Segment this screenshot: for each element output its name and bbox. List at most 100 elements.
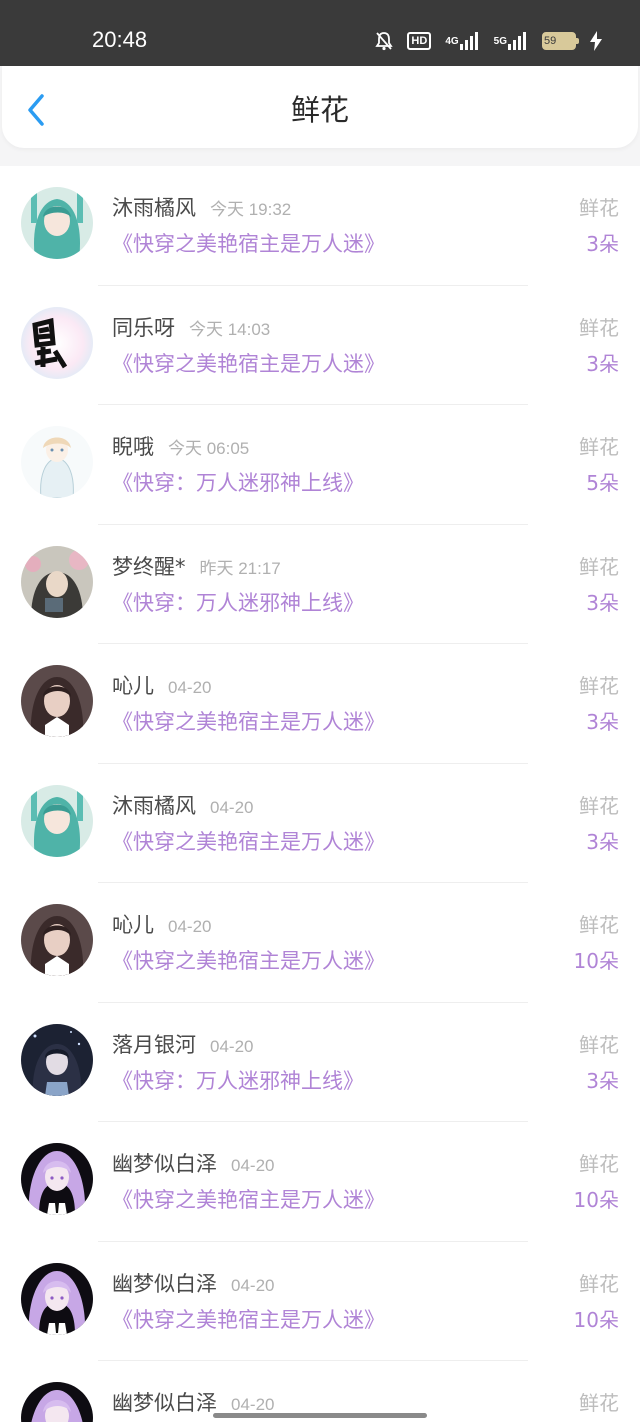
gift-count: 3朵 <box>586 590 619 615</box>
gift-count: 3朵 <box>586 232 619 256</box>
gift-count: 5朵 <box>586 471 619 495</box>
timestamp: 04-20 <box>231 1156 275 1175</box>
user-name: 睨哦 今天 06:05 <box>112 433 249 463</box>
avatar[interactable] <box>21 1262 93 1335</box>
charging-icon <box>590 31 602 51</box>
page-title: 鲜花 <box>290 93 349 127</box>
user-name-text: 沐雨橘风 <box>112 196 196 220</box>
user-name-text: 落月银河 <box>112 1032 196 1057</box>
flower-girl-avatar-icon <box>21 545 93 618</box>
list-item[interactable]: 梦终醒* 昨天 21:17 《快穿：万人迷邪神上线》 鲜花 3朵 <box>0 525 640 644</box>
gift-type-label: 鲜花 <box>579 674 619 698</box>
header-area: 鲜花 <box>0 66 640 166</box>
list-item[interactable]: 沐雨橘风 04-20 《快穿之美艳宿主是万人迷》 鲜花 3朵 <box>0 764 640 883</box>
gift-type-label: 鲜花 <box>579 315 619 340</box>
status-time: 20:48 <box>92 27 148 52</box>
top-nav-bar: 鲜花 <box>2 66 638 148</box>
list-item[interactable]: 沐雨橘风 今天 19:32 《快穿之美艳宿主是万人迷》 鲜花 3朵 <box>0 166 640 286</box>
user-name-text: 幽梦似白泽 <box>112 1271 217 1296</box>
user-name-text: 吣儿 <box>112 674 154 698</box>
timestamp: 04-20 <box>231 1275 275 1295</box>
user-name-text: 吣儿 <box>112 913 154 937</box>
user-name: 幽梦似白泽 04-20 <box>112 1270 274 1300</box>
sketch-girl-avatar-icon <box>21 426 93 498</box>
book-title-link[interactable]: 《快穿：万人迷邪神上线》 <box>112 1067 364 1095</box>
list-item[interactable]: 幽梦似白泽 04-20 《快穿之美艳宿主是万人迷》 鲜花 10朵 <box>0 1122 640 1242</box>
bell-muted-icon <box>375 31 394 51</box>
timestamp: 04-20 <box>210 1036 254 1056</box>
gift-count: 10朵 <box>573 1188 619 1212</box>
purple-hair-avatar-icon <box>21 1382 93 1422</box>
book-title-link[interactable]: 《快穿之美艳宿主是万人迷》 <box>112 828 385 856</box>
list-item[interactable]: 吣儿 04-20 《快穿之美艳宿主是万人迷》 鲜花 10朵 <box>0 883 640 1003</box>
teal-hair-avatar-icon <box>21 784 93 857</box>
user-name-text: 幽梦似白泽 <box>112 1152 217 1176</box>
list-item[interactable]: 同乐呀 今天 14:03 《快穿之美艳宿主是万人迷》 鲜花 3朵 <box>0 286 640 405</box>
hd-badge: HD <box>407 32 432 50</box>
avatar[interactable] <box>21 187 93 259</box>
gift-type-label: 鲜花 <box>579 1032 619 1057</box>
night-sky-avatar-icon <box>21 1023 93 1096</box>
timestamp: 今天 14:03 <box>189 319 271 339</box>
avatar[interactable] <box>21 426 93 498</box>
battery-icon: 59 <box>542 32 579 50</box>
gift-record-list: 沐雨橘风 今天 19:32 《快穿之美艳宿主是万人迷》 鲜花 3朵 同乐呀 今天 1… <box>0 166 640 1422</box>
user-name-text: 睨哦 <box>112 435 154 459</box>
gift-count: 10朵 <box>573 949 619 973</box>
avatar[interactable] <box>21 784 93 857</box>
gift-count: 3朵 <box>586 829 619 854</box>
avatar[interactable] <box>21 665 93 737</box>
gift-type-label: 鲜花 <box>579 435 619 459</box>
user-name-text: 同乐呀 <box>112 315 175 340</box>
book-title-link[interactable]: 《快穿之美艳宿主是万人迷》 <box>112 350 385 378</box>
signal-4g-icon: 4G <box>445 32 479 50</box>
user-name-text: 幽梦似白泽 <box>112 1391 217 1415</box>
book-title-link[interactable]: 《快穿之美艳宿主是万人迷》 <box>112 1306 385 1334</box>
timestamp: 今天 19:32 <box>210 200 292 219</box>
avatar[interactable] <box>21 904 93 976</box>
dark-hair-girl-avatar-icon <box>21 904 93 976</box>
user-name: 幽梦似白泽 04-20 <box>112 1150 274 1180</box>
gift-type-label: 鲜花 <box>579 1391 619 1415</box>
list-item[interactable]: 落月银河 04-20 《快穿：万人迷邪神上线》 鲜花 3朵 <box>0 1003 640 1122</box>
list-item[interactable]: 幽梦似白泽 04-20 《快穿之美艳宿主是万人迷》 鲜花 10朵 <box>0 1242 640 1361</box>
calligraphy-avatar-icon <box>21 306 93 379</box>
gift-type-label: 鲜花 <box>579 793 619 818</box>
gift-count: 3朵 <box>586 1068 619 1093</box>
user-name: 沐雨橘风 04-20 <box>112 792 253 822</box>
avatar[interactable] <box>21 1143 93 1215</box>
status-bar: 20:48 HD 4G 5G 59 <box>0 0 640 66</box>
gift-count: 3朵 <box>586 351 619 376</box>
timestamp: 昨天 21:17 <box>199 558 281 578</box>
user-name: 同乐呀 今天 14:03 <box>112 314 270 344</box>
net-4g-label: 4G <box>445 35 459 47</box>
purple-hair-avatar-icon <box>21 1143 93 1215</box>
list-item[interactable]: 吣儿 04-20 《快穿之美艳宿主是万人迷》 鲜花 3朵 <box>0 644 640 764</box>
timestamp: 04-20 <box>231 1395 275 1414</box>
book-title-link[interactable]: 《快穿：万人迷邪神上线》 <box>112 469 364 497</box>
timestamp: 今天 06:05 <box>168 439 250 458</box>
book-title-link[interactable]: 《快穿之美艳宿主是万人迷》 <box>112 708 385 736</box>
home-indicator[interactable] <box>213 1413 427 1418</box>
gift-type-label: 鲜花 <box>579 1271 619 1296</box>
gift-count: 10朵 <box>573 1307 619 1332</box>
timestamp: 04-20 <box>168 678 212 697</box>
list-item[interactable]: 睨哦 今天 06:05 《快穿：万人迷邪神上线》 鲜花 5朵 <box>0 405 640 525</box>
avatar[interactable] <box>21 306 93 379</box>
book-title-link[interactable]: 《快穿之美艳宿主是万人迷》 <box>112 230 385 258</box>
dark-hair-girl-avatar-icon <box>21 665 93 737</box>
avatar[interactable] <box>21 1023 93 1096</box>
book-title-link[interactable]: 《快穿之美艳宿主是万人迷》 <box>112 947 385 975</box>
book-title-link[interactable]: 《快穿之美艳宿主是万人迷》 <box>112 1186 385 1214</box>
user-name: 吣儿 04-20 <box>112 672 211 702</box>
timestamp: 04-20 <box>168 917 212 936</box>
avatar[interactable] <box>21 1382 93 1422</box>
gift-type-label: 鲜花 <box>579 196 619 220</box>
user-name: 梦终醒* 昨天 21:17 <box>112 553 281 583</box>
gift-type-label: 鲜花 <box>579 554 619 579</box>
teal-hair-avatar-icon <box>21 187 93 259</box>
gift-type-label: 鲜花 <box>579 1152 619 1176</box>
user-name: 吣儿 04-20 <box>112 911 211 941</box>
avatar[interactable] <box>21 545 93 618</box>
book-title-link[interactable]: 《快穿：万人迷邪神上线》 <box>112 589 364 617</box>
